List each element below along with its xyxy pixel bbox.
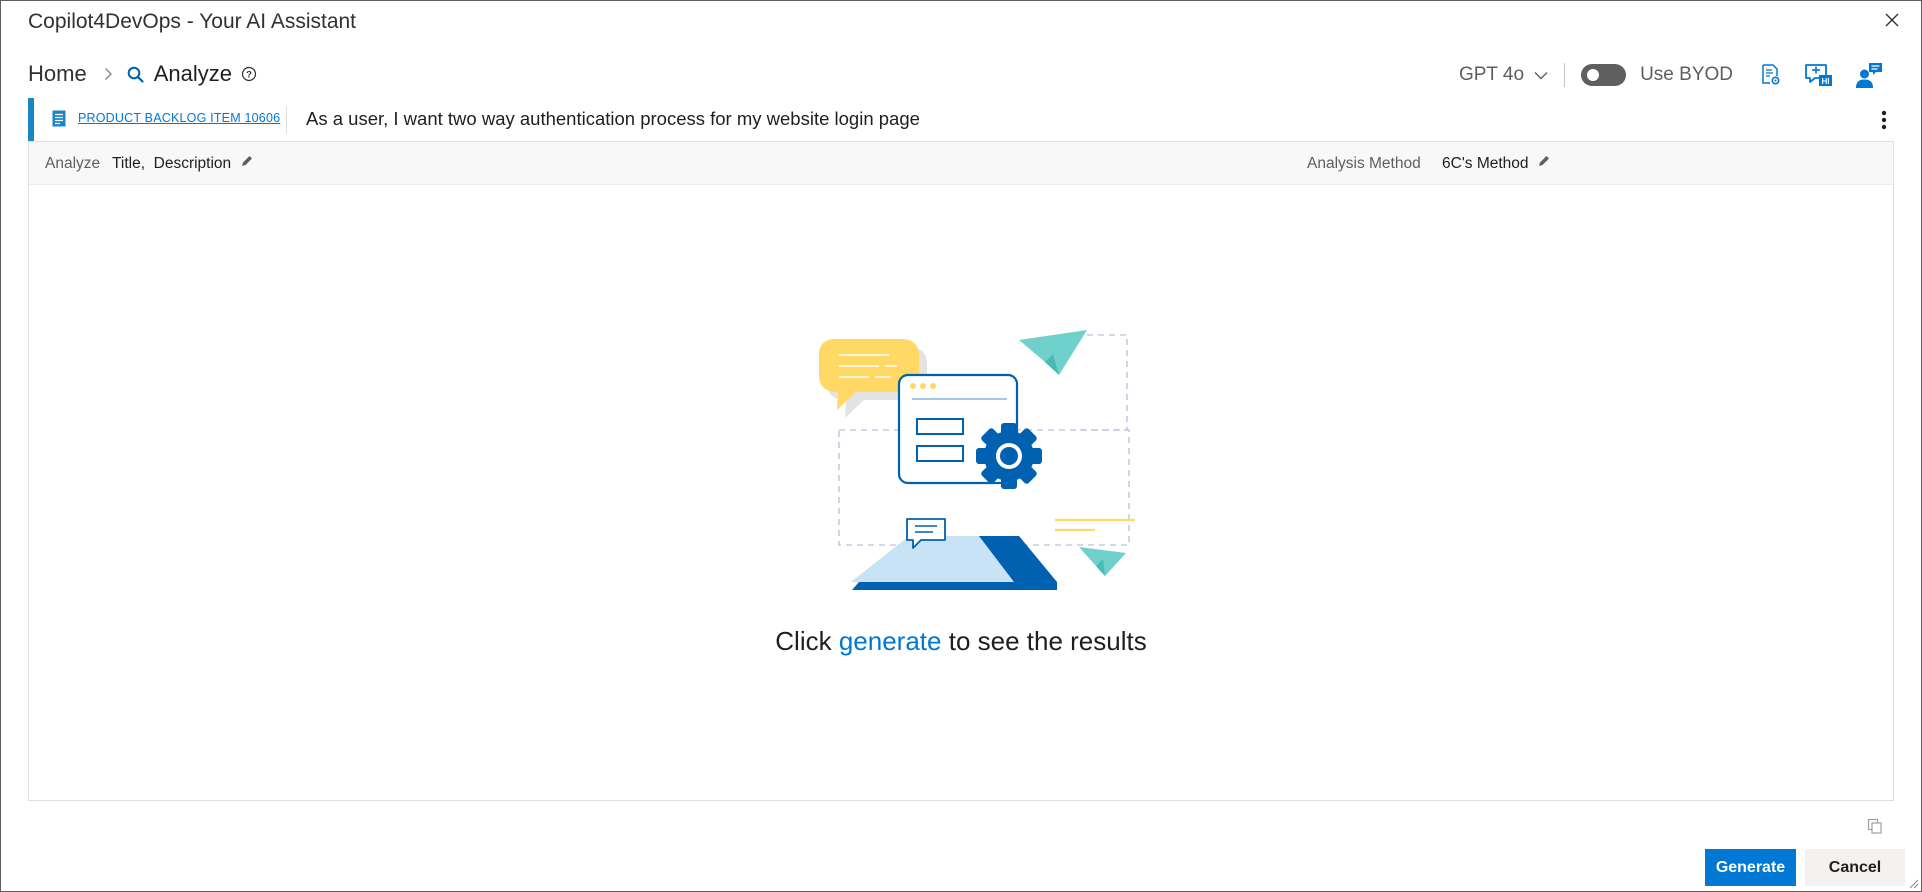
empty-state-prefix: Click	[775, 626, 832, 656]
empty-state-illustration	[819, 330, 1135, 590]
copy-button[interactable]	[1867, 818, 1883, 834]
generate-button[interactable]: Generate	[1705, 849, 1796, 886]
copy-icon	[1867, 818, 1882, 834]
work-item-bar: PRODUCT BACKLOG ITEM 10606 As a user, I …	[28, 98, 1894, 142]
breadcrumb: Home Analyze ?	[28, 61, 257, 87]
help-icon[interactable]: ?	[241, 66, 257, 82]
work-item-link[interactable]: PRODUCT BACKLOG ITEM 10606	[78, 111, 280, 125]
breadcrumb-current: Analyze ?	[127, 61, 257, 87]
work-item-divider	[286, 106, 287, 134]
work-item-icon	[52, 110, 66, 127]
user-chat-icon[interactable]	[1855, 61, 1883, 89]
title-bar: Copilot4DevOps - Your AI Assistant	[1, 1, 1921, 45]
close-icon	[1885, 13, 1899, 27]
results-panel: Analyze Title, Description Analysis Meth…	[28, 141, 1894, 801]
edit-analysis-method-button[interactable]	[1537, 154, 1551, 168]
byod-toggle[interactable]	[1581, 64, 1627, 86]
toggle-knob	[1587, 69, 1600, 81]
page-header: Home Analyze ? GPT 4o Use BYOD HI	[1, 55, 1921, 95]
more-options-button[interactable]	[1874, 107, 1894, 133]
pencil-icon	[1539, 156, 1549, 166]
chevron-right-icon	[104, 67, 113, 81]
empty-state-suffix: to see the results	[948, 626, 1147, 656]
breadcrumb-current-label: Analyze	[153, 61, 232, 86]
search-icon	[127, 66, 144, 83]
chat-hi-icon[interactable]: HI	[1803, 62, 1833, 88]
pencil-icon	[242, 156, 252, 166]
header-actions: GPT 4o Use BYOD HI	[1459, 59, 1883, 91]
model-dropdown[interactable]: GPT 4o	[1459, 64, 1548, 86]
header-divider	[1564, 63, 1566, 87]
resize-grip-icon[interactable]	[1909, 879, 1919, 889]
work-item-accent	[28, 98, 34, 142]
chevron-down-icon	[1534, 71, 1548, 80]
empty-state-message: Click generate to see the results	[29, 626, 1893, 657]
window-title: Copilot4DevOps - Your AI Assistant	[28, 10, 357, 33]
more-vertical-icon	[1881, 110, 1887, 130]
analysis-method-label: Analysis Method	[1307, 155, 1421, 172]
dialog-window: Copilot4DevOps - Your AI Assistant Home …	[0, 0, 1922, 892]
generate-link[interactable]: generate	[839, 626, 942, 656]
analysis-method-value: 6C's Method	[1442, 155, 1529, 172]
dialog-footer: Generate Cancel	[1705, 849, 1905, 886]
work-item-title: As a user, I want two way authentication…	[306, 108, 920, 129]
analysis-settings-bar: Analyze Title, Description Analysis Meth…	[29, 142, 1893, 185]
cancel-button[interactable]: Cancel	[1805, 849, 1905, 886]
svg-text:?: ?	[246, 69, 252, 80]
edit-analyze-fields-button[interactable]	[240, 154, 254, 168]
close-button[interactable]	[1879, 7, 1905, 33]
breadcrumb-home[interactable]: Home	[28, 61, 87, 87]
analyze-fields: Title, Description	[112, 155, 232, 172]
settings-doc-icon[interactable]	[1761, 64, 1781, 86]
analyze-label: Analyze	[45, 155, 101, 172]
model-dropdown-value: GPT 4o	[1458, 64, 1525, 85]
byod-label: Use BYOD	[1640, 64, 1733, 85]
svg-text:HI: HI	[1822, 77, 1830, 86]
